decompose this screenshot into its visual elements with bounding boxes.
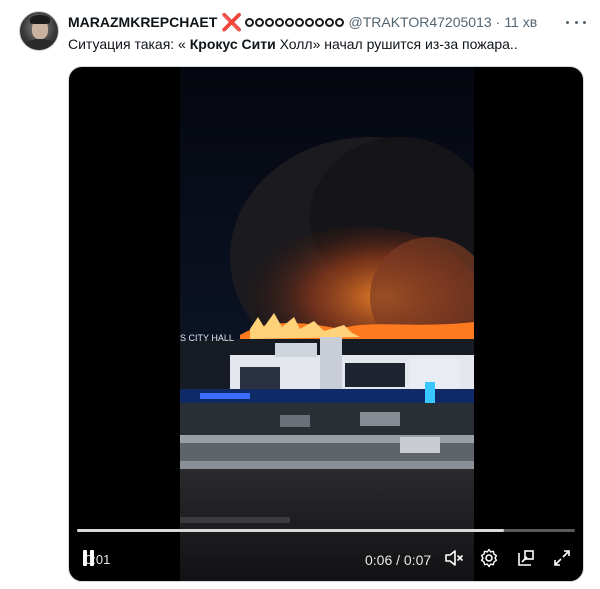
time-display: 0:06 / 0:07 xyxy=(365,552,432,568)
avatar-hair xyxy=(30,15,50,24)
tweet-header: MARAZMKREPCHAET ❌ @TRAKTOR47205013 · 11 … xyxy=(68,12,537,32)
progress-bar[interactable] xyxy=(77,529,575,532)
user-handle[interactable]: @TRAKTOR47205013 xyxy=(349,14,492,30)
separator-dot: · xyxy=(495,14,501,30)
video-player[interactable]: S CITY HALL 0:01 0:06 / 0:07 xyxy=(68,66,584,582)
tweet-text-bold: Крокус Сити xyxy=(189,36,276,52)
fire-scene-image: S CITY HALL xyxy=(180,67,474,581)
expand-icon[interactable] xyxy=(551,547,573,569)
gear-icon[interactable] xyxy=(478,547,500,569)
picture-in-picture-icon[interactable] xyxy=(515,547,537,569)
tweet-card: MARAZMKREPCHAET ❌ @TRAKTOR47205013 · 11 … xyxy=(0,0,600,589)
building-sign: S CITY HALL xyxy=(180,333,234,343)
display-name[interactable]: MARAZMKREPCHAET xyxy=(68,14,217,30)
elapsed-time: 0:01 xyxy=(85,552,111,567)
post-time[interactable]: 11 хв xyxy=(504,14,537,30)
volume-muted-icon[interactable] xyxy=(443,547,465,569)
avatar[interactable] xyxy=(19,11,59,51)
tweet-text-after: Холл» начал рушится из-за пожара.. xyxy=(275,36,518,52)
video-frame[interactable]: S CITY HALL xyxy=(180,67,474,581)
tweet-text-before: Ситуация такая: « xyxy=(68,36,190,52)
decorative-circles xyxy=(244,17,345,27)
cross-mark-icon: ❌ xyxy=(221,12,243,32)
avatar-shoulders xyxy=(24,39,56,50)
more-dots-icon[interactable] xyxy=(566,14,586,30)
progress-fill xyxy=(77,529,504,532)
tweet-text: Ситуация такая: « Крокус Сити Холл» нача… xyxy=(68,36,518,52)
